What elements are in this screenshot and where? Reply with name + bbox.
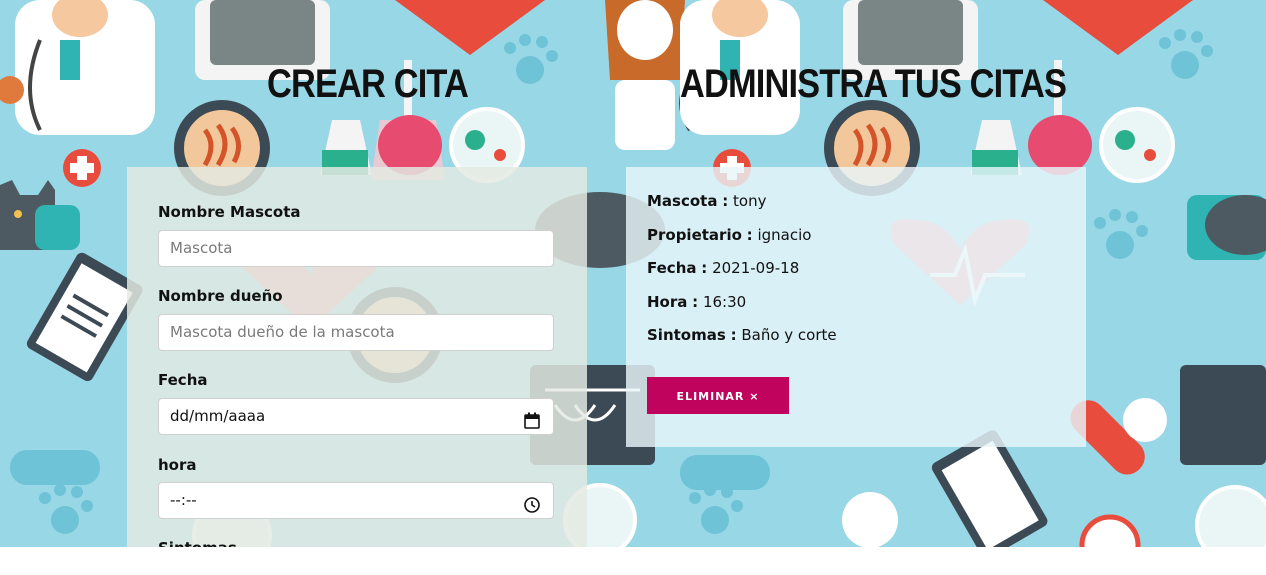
cita-fecha-key: Fecha: [647, 259, 697, 277]
mascota-placeholder: Mascota: [170, 239, 233, 257]
cita-fecha-row: Fecha : 2021-09-18: [647, 259, 799, 277]
cita-hora-sep: :: [692, 293, 699, 311]
cita-propietario-key: Propietario: [647, 226, 742, 244]
sintomas-label: Sintomas: [158, 539, 237, 547]
cita-fecha-sep: :: [701, 259, 708, 277]
calendar-icon[interactable]: [523, 408, 541, 443]
cita-sintomas-value: Baño y corte: [741, 326, 837, 344]
cita-propietario-row: Propietario : ignacio: [647, 226, 811, 244]
crear-cita-form: Nombre Mascota Mascota Nombre dueño Masc…: [127, 167, 587, 547]
hora-label: hora: [158, 456, 197, 474]
cita-hora-value: 16:30: [702, 293, 747, 311]
crear-cita-title: Crear cita: [267, 62, 469, 106]
mascota-label: Nombre Mascota: [158, 203, 301, 221]
cita-sintomas-row: Sintomas : Baño y corte: [647, 326, 837, 344]
cita-sintomas-key: Sintomas: [647, 326, 726, 344]
cita-hora-key: Hora: [647, 293, 688, 311]
cita-mascota-value: tony: [733, 192, 767, 210]
cita-propietario-sep: :: [746, 226, 753, 244]
cita-propietario-value: ignacio: [757, 226, 812, 244]
eliminar-button[interactable]: ELIMINAR ×: [647, 377, 789, 414]
fecha-placeholder: dd/mm/aaaa: [170, 407, 266, 425]
fecha-input[interactable]: dd/mm/aaaa: [158, 398, 554, 435]
mascota-input[interactable]: Mascota: [158, 230, 554, 267]
hora-placeholder: --:--: [170, 491, 197, 509]
fecha-label: Fecha: [158, 371, 208, 389]
cita-sintomas-sep: :: [730, 326, 737, 344]
administra-citas-title: Administra tus citas: [680, 62, 1067, 106]
propietario-label: Nombre dueño: [158, 287, 283, 305]
propietario-placeholder: Mascota dueño de la mascota: [170, 323, 395, 341]
propietario-input[interactable]: Mascota dueño de la mascota: [158, 314, 554, 351]
cita-fecha-value: 2021-09-18: [712, 259, 800, 277]
hora-input[interactable]: --:--: [158, 482, 554, 519]
cita-mascota-row: Mascota : tony: [647, 192, 766, 210]
clock-icon[interactable]: [523, 492, 541, 527]
cita-hora-row: Hora : 16:30: [647, 293, 746, 311]
cita-mascota-key: Mascota: [647, 192, 718, 210]
cita-mascota-sep: :: [722, 192, 729, 210]
cita-card: Mascota : tony Propietario : ignacio Fec…: [626, 167, 1086, 447]
